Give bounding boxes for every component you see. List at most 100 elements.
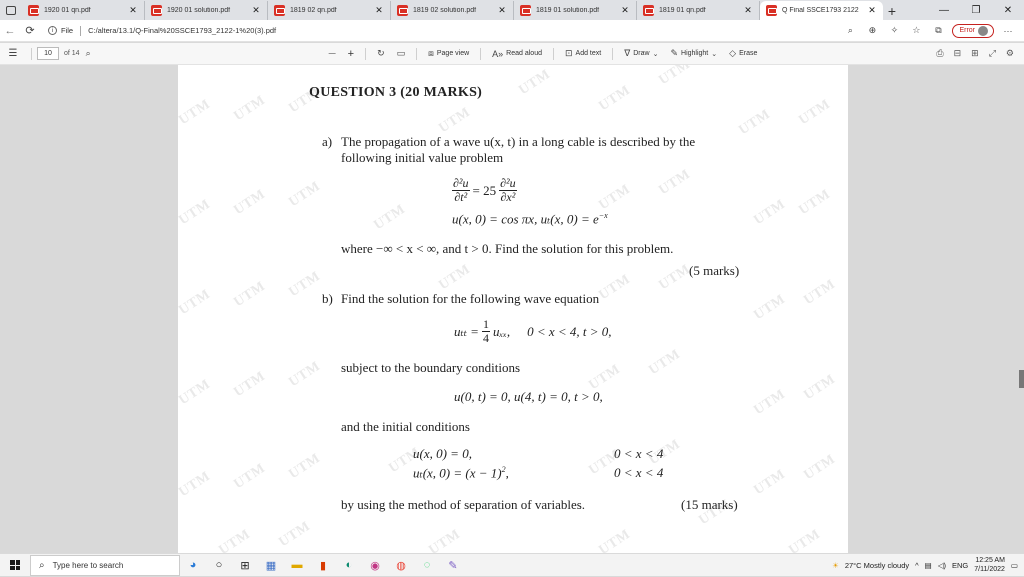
pdf-viewer[interactable]: UTM UTM UTM UTM UTM UTM UTM UTM UTM UTM … [0, 65, 1024, 553]
clock[interactable]: 12:25 AM 7/11/2022 [974, 556, 1005, 574]
close-icon[interactable]: ✕ [374, 5, 384, 16]
weather-icon[interactable]: ☀ [832, 561, 839, 570]
calculator-icon[interactable]: ▦ [258, 554, 284, 576]
close-window-button[interactable]: ✕ [992, 0, 1024, 20]
save-as-icon[interactable]: ⊞ [971, 48, 979, 59]
start-button[interactable] [0, 554, 30, 577]
clock-date: 7/11/2022 [974, 566, 1005, 573]
utm-watermark: UTM [178, 468, 214, 501]
tab-q-final-ssce1793[interactable]: Q Final SSCE1793 2122 ✕ [760, 1, 883, 20]
part-b-intro: Find the solution for the following wave… [341, 291, 600, 306]
search-placeholder: Type here to search [52, 560, 124, 570]
search-icon[interactable]: ⌕ [80, 48, 97, 59]
windows-logo-icon [10, 560, 20, 570]
volume-icon[interactable]: ◁) [938, 561, 946, 570]
collections-icon[interactable]: ⧉ [930, 25, 946, 36]
erase-button[interactable]: ◇ Erase [723, 48, 763, 59]
eq2-sup: −x [598, 211, 608, 220]
instagram-icon[interactable]: ◉ [362, 554, 388, 576]
restore-button[interactable]: ❐ [960, 0, 992, 20]
pin-icon[interactable]: ⤢ [989, 48, 996, 59]
eq1-rhs-den: ∂x² [500, 190, 516, 204]
task-view-icon[interactable]: ⊞ [232, 554, 258, 576]
taskbar-search-box[interactable]: ⌕ Type here to search [30, 554, 180, 576]
save-icon[interactable]: ⊟ [954, 48, 962, 59]
utm-watermark: UTM [796, 186, 834, 219]
close-icon[interactable]: ✕ [620, 5, 630, 16]
contents-menu-icon[interactable]: ☰ [0, 48, 26, 59]
read-mode-icon[interactable]: ⊕ [864, 25, 880, 36]
zoom-icon[interactable]: ⌕ [842, 25, 858, 36]
tab-label: 1920 01 solution.pdf [167, 7, 231, 14]
file-explorer-icon[interactable]: ▬ [284, 554, 310, 576]
network-icon[interactable]: ▤ [925, 561, 932, 570]
settings-icon[interactable]: ⚙ [1006, 48, 1014, 59]
page-view-button[interactable]: ⧈ Page view [422, 48, 475, 59]
language-indicator[interactable]: ENG [952, 561, 968, 570]
close-icon[interactable]: ✕ [743, 5, 753, 16]
address-bar: ← ⟳ i File C:/altera/13.1/Q-Final%20SSCE… [0, 20, 1024, 42]
back-arrow-icon[interactable]: ← [0, 21, 20, 41]
chevron-down-icon: ⌄ [652, 50, 659, 58]
draw-icon: ∇ [624, 48, 631, 58]
add-text-button[interactable]: ⊡ Add text [559, 48, 607, 59]
tab-1819-01-solution[interactable]: 1819 01 solution.pdf ✕ [514, 1, 637, 20]
url-field[interactable]: i File C:/altera/13.1/Q-Final%20SSCE1793… [48, 22, 818, 40]
utm-watermark: UTM [426, 526, 464, 553]
utm-watermark: UTM [231, 368, 269, 401]
cortana-icon[interactable]: ○ [206, 554, 232, 576]
close-icon[interactable]: ✕ [128, 5, 138, 16]
tab-1920-01-solution[interactable]: 1920 01 solution.pdf ✕ [145, 1, 268, 20]
chrome-icon[interactable]: ◍ [388, 554, 414, 576]
print-icon[interactable]: ⎙ [936, 48, 943, 59]
boundary-conditions: u(0, t) = 0, u(4, t) = 0, t > 0, [454, 389, 603, 404]
page-number-input[interactable]: 10 [37, 47, 59, 60]
eraser-icon: ◇ [729, 48, 737, 58]
tab-1819-02-solution[interactable]: 1819 02 solution.pdf ✕ [391, 1, 514, 20]
utm-watermark: UTM [656, 166, 694, 199]
ic-eq2-body: uₜ(x, 0) = (x − 1) [413, 465, 502, 481]
whatsapp-icon[interactable]: ◌ [414, 554, 440, 576]
part-a-intro-line1: The propagation of a wave u(x, t) in a l… [341, 134, 696, 149]
utm-watermark: UTM [178, 96, 214, 129]
new-tab-button[interactable]: + [883, 1, 901, 20]
extensions-icon[interactable]: ✧ [886, 25, 902, 36]
more-options-icon[interactable]: ··· [1000, 26, 1016, 36]
part-a-marks: (5 marks) [689, 263, 740, 278]
scrollbar-thumb[interactable] [1019, 370, 1024, 388]
weather-text[interactable]: 27°C Mostly cloudy [845, 561, 909, 570]
draw-button[interactable]: ∇ Draw ⌄ [618, 48, 664, 59]
chevron-up-icon[interactable]: ^ [915, 561, 919, 570]
close-icon[interactable]: ✕ [867, 5, 877, 16]
profile-error-button[interactable]: Error [952, 23, 994, 38]
office-icon[interactable]: ▮ [310, 554, 336, 576]
highlight-button[interactable]: ✎ Highlight ⌄ [664, 48, 723, 59]
utm-watermark: UTM [371, 201, 409, 234]
tab-1920-01-qn[interactable]: 1920 01 qn.pdf ✕ [22, 1, 145, 20]
zoom-in-button[interactable]: + [342, 48, 360, 60]
tab-1819-01-qn[interactable]: 1819 01 qn.pdf ✕ [637, 1, 760, 20]
eq-b-domain: 0 < x < 4, t > 0, [527, 323, 612, 339]
close-icon[interactable]: ✕ [251, 5, 261, 16]
url-text: C:/altera/13.1/Q-Final%20SSCE1793_2122-1… [88, 26, 277, 35]
info-icon[interactable]: i [48, 26, 57, 35]
utm-watermark: UTM [231, 460, 269, 493]
fit-page-button[interactable]: ▭ [391, 48, 412, 59]
favorites-icon[interactable]: ☆ [908, 25, 924, 36]
read-aloud-button[interactable]: A» Read aloud [486, 49, 548, 59]
window-menu-icon[interactable] [0, 0, 22, 20]
refresh-icon[interactable]: ⟳ [20, 21, 40, 41]
eq-b-frac-den: 4 [482, 331, 489, 345]
minimize-button[interactable]: — [928, 0, 960, 20]
pdf-icon [397, 5, 408, 16]
rotate-button[interactable]: ↻ [371, 48, 391, 59]
zoom-out-button[interactable]: — [323, 50, 342, 57]
weather-app-icon[interactable]: ◕ [180, 554, 206, 576]
close-icon[interactable]: ✕ [497, 5, 507, 16]
edge-icon[interactable]: ◐ [336, 554, 362, 576]
notifications-icon[interactable]: ▭ [1011, 561, 1018, 570]
tab-1819-02-qn[interactable]: 1819 02 qn.pdf ✕ [268, 1, 391, 20]
add-text-icon: ⊡ [564, 48, 573, 58]
paint-icon[interactable]: ✎ [440, 554, 466, 576]
utm-watermark: UTM [216, 526, 254, 553]
